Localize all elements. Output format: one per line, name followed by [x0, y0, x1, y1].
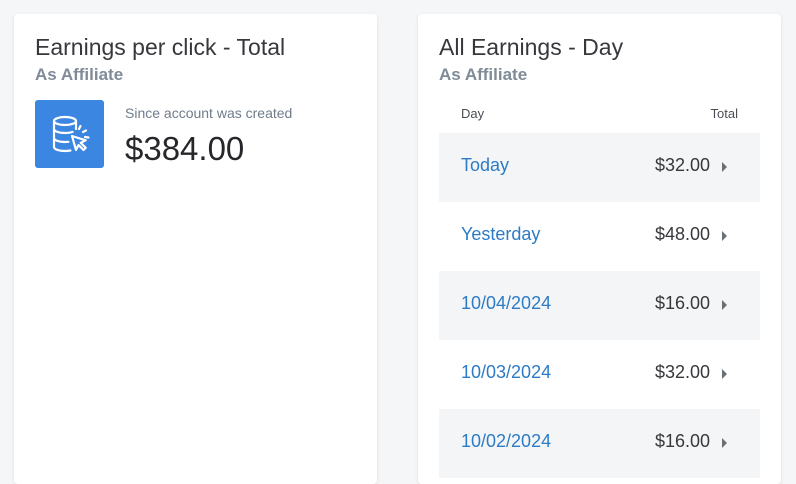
row-day-link[interactable]: 10/03/2024	[461, 362, 551, 383]
table-row[interactable]: Yesterday $48.00	[439, 202, 760, 271]
earnings-per-click-card: Earnings per click - Total As Affiliate …	[14, 14, 377, 484]
table-row[interactable]: 10/04/2024 $16.00	[439, 271, 760, 340]
row-total: $16.00	[654, 293, 710, 313]
caret-right-icon[interactable]	[722, 438, 727, 448]
card-title: All Earnings - Day	[439, 34, 624, 60]
caret-right-icon[interactable]	[722, 369, 727, 379]
since-label: Since account was created	[125, 105, 293, 121]
earnings-table: Day Total Today $32.00 Yesterday $48.00 …	[439, 104, 760, 478]
caret-right-icon[interactable]	[722, 300, 727, 310]
row-total: $16.00	[654, 431, 710, 451]
row-day-link[interactable]: Yesterday	[461, 224, 540, 245]
row-total: $48.00	[654, 224, 710, 244]
database-click-icon	[35, 100, 104, 168]
column-header-day: Day	[461, 106, 485, 121]
row-total: $32.00	[654, 362, 710, 382]
row-total: $32.00	[654, 155, 710, 175]
total-earnings-value: $384.00	[125, 130, 245, 167]
column-header-total: Total	[710, 106, 738, 121]
card-subtitle: As Affiliate	[439, 65, 528, 84]
table-row[interactable]: Today $32.00	[439, 133, 760, 202]
all-earnings-day-card: All Earnings - Day As Affiliate Day Tota…	[418, 14, 781, 484]
caret-right-icon[interactable]	[722, 162, 727, 172]
table-header: Day Total	[439, 104, 760, 133]
card-title: Earnings per click - Total	[35, 34, 286, 60]
row-day-link[interactable]: 10/04/2024	[461, 293, 551, 314]
row-day-link[interactable]: 10/02/2024	[461, 431, 551, 452]
caret-right-icon[interactable]	[722, 231, 727, 241]
row-day-link[interactable]: Today	[461, 155, 509, 176]
card-subtitle: As Affiliate	[35, 65, 124, 84]
table-row[interactable]: 10/03/2024 $32.00	[439, 340, 760, 409]
table-row[interactable]: 10/02/2024 $16.00	[439, 409, 760, 478]
